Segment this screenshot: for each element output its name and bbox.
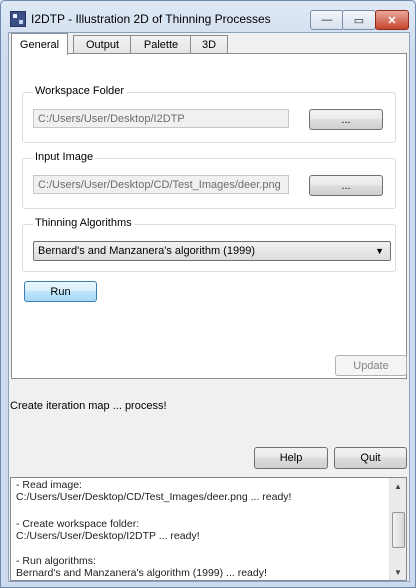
tab-output[interactable]: Output	[73, 35, 132, 54]
log-line: - Read image:	[16, 479, 82, 491]
window-title: I2DTP - Illustration 2D of Thinning Proc…	[31, 12, 271, 26]
app-icon[interactable]	[10, 11, 26, 27]
algorithm-select-value: Bernard's and Manzanera's algorithm (199…	[38, 245, 255, 257]
input-image-label: Input Image	[33, 151, 96, 163]
app-window: I2DTP - Illustration 2D of Thinning Proc…	[0, 0, 416, 588]
input-image-field[interactable]: C:/Users/User/Desktop/CD/Test_Images/dee…	[33, 175, 289, 194]
chevron-down-icon: ▼	[375, 246, 384, 256]
log-line: - Run algorithms:	[16, 555, 96, 567]
workspace-folder-group: Workspace Folder C:/Users/User/Desktop/I…	[22, 85, 396, 143]
maximize-button[interactable]: ▭	[342, 10, 376, 30]
input-image-group: Input Image C:/Users/User/Desktop/CD/Tes…	[22, 151, 396, 209]
help-button[interactable]: Help	[254, 447, 328, 469]
workspace-folder-field[interactable]: C:/Users/User/Desktop/I2DTP	[33, 109, 289, 128]
workspace-browse-button[interactable]: ...	[309, 109, 383, 130]
tab-palette[interactable]: Palette	[130, 35, 192, 54]
title-bar[interactable]: I2DTP - Illustration 2D of Thinning Proc…	[1, 1, 415, 33]
log-line: C:/Users/User/Desktop/I2DTP ... ready!	[16, 530, 200, 542]
tab-3d[interactable]: 3D	[190, 35, 228, 54]
general-tab-panel: Workspace Folder C:/Users/User/Desktop/I…	[11, 53, 407, 379]
scroll-down-icon[interactable]: ▼	[390, 564, 406, 580]
tab-general[interactable]: General	[11, 33, 68, 55]
run-button[interactable]: Run	[24, 281, 97, 302]
log-line: Bernard's and Manzanera's algorithm (199…	[16, 567, 267, 579]
thinning-algorithms-label: Thinning Algorithms	[33, 217, 134, 229]
client-area: General Output Palette 3D Workspace Fold…	[8, 32, 410, 582]
close-button[interactable]: ✕	[375, 10, 409, 30]
update-button[interactable]: Update	[335, 355, 407, 376]
log-line: C:/Users/User/Desktop/CD/Test_Images/dee…	[16, 491, 292, 503]
scroll-up-icon[interactable]: ▲	[390, 478, 406, 494]
log-scrollbar[interactable]: ▲ ▼	[389, 478, 406, 580]
input-image-browse-button[interactable]: ...	[309, 175, 383, 196]
log-output[interactable]: - Read image: C:/Users/User/Desktop/CD/T…	[10, 477, 407, 581]
status-text: Create iteration map ... process!	[10, 400, 167, 412]
minimize-button[interactable]: —	[310, 10, 344, 30]
algorithm-select[interactable]: Bernard's and Manzanera's algorithm (199…	[33, 241, 391, 261]
workspace-folder-label: Workspace Folder	[33, 85, 127, 97]
quit-button[interactable]: Quit	[334, 447, 407, 469]
thinning-algorithms-group: Thinning Algorithms Bernard's and Manzan…	[22, 217, 396, 272]
log-line: - Create workspace folder:	[16, 518, 140, 530]
scroll-thumb[interactable]	[392, 512, 405, 548]
